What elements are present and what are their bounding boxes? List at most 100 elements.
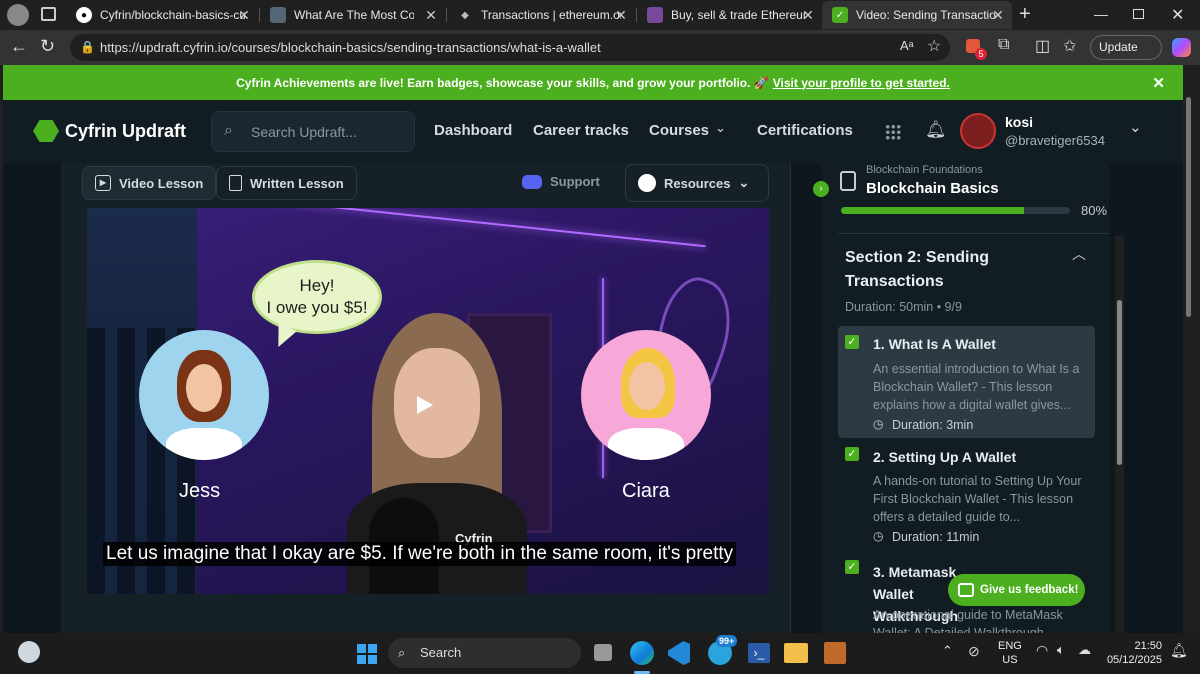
update-button[interactable]: Update ⋯ xyxy=(1090,35,1162,77)
favorite-star-icon[interactable]: ☆ xyxy=(927,36,941,56)
tab-title: What Are The Most Commo xyxy=(294,8,414,22)
collections-icon[interactable]: ✩ xyxy=(1063,36,1076,56)
lesson-duration: Duration: 3min xyxy=(892,418,974,432)
user-menu-chevron-icon[interactable]: ⌄ xyxy=(1129,118,1142,136)
url-field[interactable]: 🔒 https://updraft.cyfrin.io/courses/bloc… xyxy=(70,34,950,61)
close-tab-icon[interactable]: ✕ xyxy=(423,7,439,24)
tab-article[interactable]: What Are The Most Commo ✕ xyxy=(260,1,445,29)
nav-career-tracks[interactable]: Career tracks xyxy=(533,122,629,139)
weather-cloud-icon[interactable]: ☁ xyxy=(1078,642,1091,658)
notification-bell-icon[interactable]: 🔔︎ xyxy=(925,120,947,140)
site-logo-text[interactable]: Cyfrin Updraft xyxy=(65,121,186,142)
language-indicator[interactable]: ENG US xyxy=(998,639,1022,667)
network-off-icon[interactable]: ⊘ xyxy=(968,643,980,660)
page-scroll-thumb[interactable] xyxy=(1186,97,1191,317)
wifi-icon[interactable]: ◠ xyxy=(1036,642,1048,659)
notifications-icon[interactable]: 🔔︎ xyxy=(1170,642,1188,659)
extensions-puzzle-icon[interactable]: ⧉ xyxy=(998,36,1009,54)
volume-icon[interactable]: 🔈︎ xyxy=(1057,642,1065,658)
feedback-chat-icon xyxy=(958,583,974,597)
book-icon xyxy=(840,171,856,191)
resources-dropdown[interactable]: Resources ⌄ xyxy=(625,164,769,202)
cyfrin-logo-icon[interactable] xyxy=(33,120,59,142)
github-icon xyxy=(638,174,656,192)
tab-title: Cyfrin/blockchain-basics-cu xyxy=(100,8,245,22)
tab-actions-icon[interactable] xyxy=(41,7,56,21)
ciara-name: Ciara xyxy=(622,480,670,502)
vscode-icon[interactable] xyxy=(668,641,690,665)
taskbar-search-label: Search xyxy=(420,645,462,660)
close-tab-icon[interactable]: ✕ xyxy=(613,7,629,24)
discord-icon xyxy=(522,174,542,189)
powershell-icon[interactable]: ›_ xyxy=(748,643,770,663)
nav-courses[interactable]: Courses xyxy=(649,122,709,139)
read-aloud-icon[interactable]: Aᵃ xyxy=(900,38,914,53)
tab-video-active[interactable]: ✓ Video: Sending Transactions ✕ xyxy=(822,1,1012,29)
tab-ethereum[interactable]: ◆ Transactions | ethereum.org ✕ xyxy=(447,1,635,29)
profile-avatar-icon[interactable] xyxy=(7,4,29,26)
written-lesson-tab[interactable]: Written Lesson xyxy=(216,166,357,200)
close-tab-icon[interactable]: ✕ xyxy=(800,7,816,24)
support-link[interactable]: Support xyxy=(522,174,600,189)
user-avatar[interactable] xyxy=(960,113,996,149)
video-lesson-label: Video Lesson xyxy=(119,175,204,191)
task-view-icon[interactable] xyxy=(594,644,612,661)
tab-exchange[interactable]: Buy, sell & trade Ethereum a ✕ xyxy=(637,1,822,29)
checkbox-icon: ✓ xyxy=(845,447,859,461)
refresh-icon[interactable]: ↻ xyxy=(40,36,55,57)
new-tab-icon[interactable]: + xyxy=(1019,3,1031,26)
lang-top: ENG xyxy=(998,640,1022,652)
minimize-icon[interactable]: — xyxy=(1094,6,1108,22)
windows-taskbar: ⌕ Search 99+ ›_ ⌃ ⊘ ENG US ◠ 🔈︎ ☁ 21:50 … xyxy=(0,633,1200,674)
github-icon: ● xyxy=(76,7,92,23)
lesson-desc: An operational guide to MetaMask Wallet:… xyxy=(873,608,1063,633)
split-screen-icon[interactable]: ◫ xyxy=(1035,36,1050,56)
video-lesson-tab[interactable]: ▶ Video Lesson xyxy=(82,166,217,200)
written-lesson-label: Written Lesson xyxy=(250,175,344,191)
support-label: Support xyxy=(550,174,600,189)
sidebar-scroll-thumb[interactable] xyxy=(1117,300,1122,465)
weather-icon[interactable] xyxy=(18,641,40,663)
apps-grid-icon[interactable] xyxy=(885,124,901,140)
user-name: kosi xyxy=(1005,114,1034,130)
bubble-line-1: Hey! xyxy=(299,276,335,295)
nav-certifications[interactable]: Certifications xyxy=(757,122,853,139)
banner-link[interactable]: Visit your profile to get started. xyxy=(773,76,950,90)
close-banner-icon[interactable]: ✕ xyxy=(1152,74,1165,92)
tab-github[interactable]: ● Cyfrin/blockchain-basics-cu ✕ xyxy=(66,1,258,29)
back-icon[interactable]: ← xyxy=(10,36,28,57)
windows-start-icon[interactable] xyxy=(357,644,377,664)
collapse-sidebar-icon[interactable]: › xyxy=(813,181,829,197)
exchange-icon xyxy=(647,7,663,23)
tray-chevron-up-icon[interactable]: ⌃ xyxy=(942,643,953,659)
clock-time: 21:50 xyxy=(1134,640,1162,652)
app-icon[interactable] xyxy=(824,642,846,664)
progress-percent: 80% xyxy=(1081,203,1108,218)
clock-icon: ◷ xyxy=(873,417,884,431)
lesson-desc: An essential introduction to What Is a B… xyxy=(873,362,1080,412)
section-title[interactable]: Section 2: Sending Transactions xyxy=(845,246,1025,294)
course-title[interactable]: Blockchain Basics xyxy=(866,180,999,197)
close-window-icon[interactable]: ✕ xyxy=(1171,5,1184,25)
telegram-badge: 99+ xyxy=(716,635,738,647)
close-tab-icon[interactable]: ✕ xyxy=(990,7,1006,24)
edge-icon[interactable] xyxy=(630,641,654,665)
tab-title: Transactions | ethereum.org xyxy=(481,8,621,22)
video-player[interactable]: Hey! I owe you $5! Jess Ciara Cyfrin Let… xyxy=(87,208,769,594)
play-button-icon[interactable] xyxy=(417,396,433,414)
maximize-icon[interactable] xyxy=(1133,9,1144,19)
search-icon: ⌕ xyxy=(224,122,233,139)
file-explorer-icon[interactable] xyxy=(784,643,808,663)
close-tab-icon[interactable]: ✕ xyxy=(236,7,252,24)
nav-dashboard[interactable]: Dashboard xyxy=(434,122,512,139)
copilot-icon[interactable] xyxy=(1172,38,1191,57)
extension-badge: 5 xyxy=(975,48,987,60)
clock[interactable]: 21:50 05/12/2025 xyxy=(1102,639,1162,667)
feedback-button[interactable]: Give us feedback! xyxy=(948,574,1085,606)
chevron-up-icon[interactable]: ︿ xyxy=(1072,244,1086,264)
lock-icon: 🔒 xyxy=(80,40,95,54)
ethereum-icon: ◆ xyxy=(461,9,469,21)
search-box[interactable]: ⌕ Search Updraft... xyxy=(211,111,415,152)
clock-date: 05/12/2025 xyxy=(1106,654,1162,666)
taskbar-search[interactable]: ⌕ Search xyxy=(388,638,581,668)
